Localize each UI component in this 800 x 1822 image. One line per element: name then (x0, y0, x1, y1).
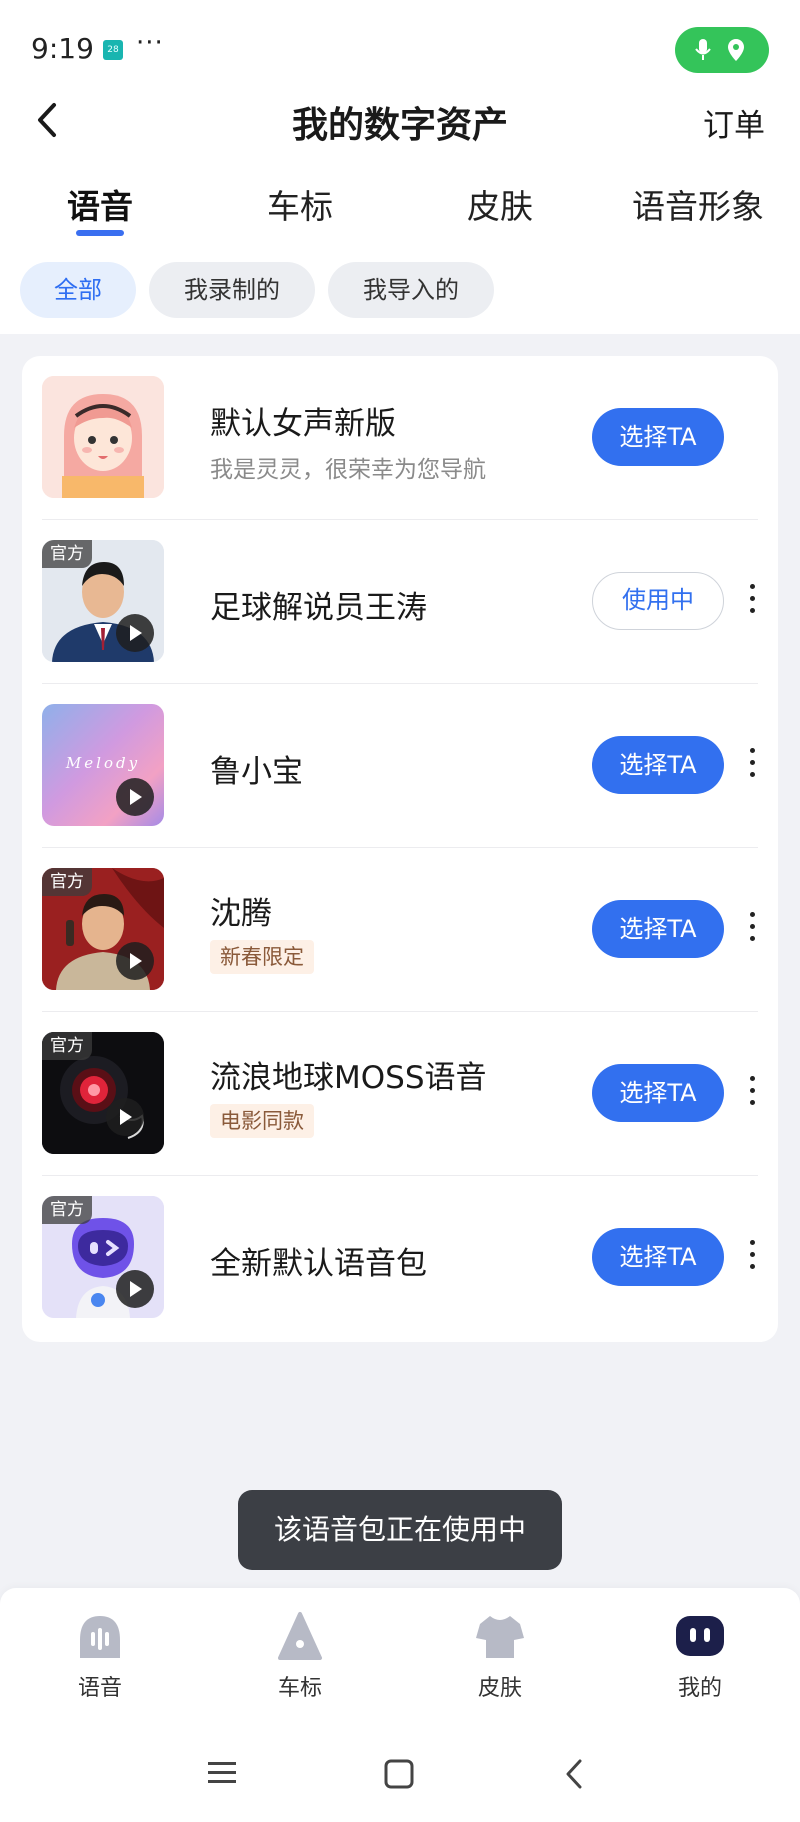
melody-art-text: Melody (65, 754, 141, 772)
voice-name: 流浪地球MOSS语音 (210, 1060, 487, 1096)
select-button[interactable]: 选择TA (592, 408, 724, 466)
play-icon (130, 1281, 142, 1297)
play-preview-button[interactable] (106, 1098, 144, 1136)
play-preview-button[interactable] (116, 1270, 154, 1308)
nav-label: 车标 (277, 1676, 322, 1701)
filter-all[interactable]: 全部 (20, 262, 136, 318)
list-item[interactable]: 官方 全新默认语音包 选择TA (42, 1176, 758, 1340)
more-options-icon[interactable] (742, 580, 762, 622)
play-preview-button[interactable] (116, 614, 154, 652)
orders-link[interactable]: 订单 (703, 100, 765, 145)
tab-car-logo[interactable]: 车标 (260, 180, 340, 228)
nav-car-logo[interactable]: 车标 (240, 1610, 360, 1702)
official-badge: 官方 (42, 868, 92, 896)
voice-pack-list: 默认女声新版 我是灵灵，很荣幸为您导航 选择TA 官方 足球解说员王涛 使用中 (22, 356, 778, 1342)
play-icon (130, 789, 142, 805)
play-icon (130, 953, 142, 969)
mic-location-indicator (675, 27, 769, 73)
official-badge: 官方 (42, 1196, 92, 1224)
filter-imported[interactable]: 我导入的 (328, 262, 494, 318)
notification-app-icon: 28 (103, 40, 123, 60)
official-badge: 官方 (42, 540, 92, 568)
voice-avatar-thumbnail: Melody (42, 704, 164, 826)
voice-avatar-thumbnail (42, 376, 164, 498)
cartoon-girl-icon (42, 376, 164, 498)
voice-name: 沈腾 (210, 896, 272, 932)
status-time: 9:19 (31, 32, 94, 65)
voice-description: 我是灵灵，很荣幸为您导航 (210, 457, 486, 483)
nav-label: 语音 (77, 1676, 122, 1701)
play-icon (120, 1109, 132, 1125)
bottom-navigation: 语音 车标 皮肤 我的 (0, 1588, 800, 1822)
voice-name: 全新默认语音包 (210, 1246, 427, 1282)
more-notifications-icon: ··· (136, 28, 164, 58)
voice-avatar-thumbnail: 官方 (42, 540, 164, 662)
limited-edition-tag: 新春限定 (210, 940, 314, 974)
play-preview-button[interactable] (116, 778, 154, 816)
more-options-icon[interactable] (742, 744, 762, 786)
filter-recorded[interactable]: 我录制的 (149, 262, 315, 318)
system-back-icon[interactable] (562, 1758, 586, 1794)
nav-label: 皮肤 (477, 1676, 522, 1701)
voice-name: 鲁小宝 (210, 754, 303, 790)
nav-voice[interactable]: 语音 (40, 1610, 160, 1702)
voice-avatar-thumbnail: 官方 (42, 868, 164, 990)
list-item[interactable]: 官方 足球解说员王涛 使用中 (42, 520, 758, 684)
more-options-icon[interactable] (742, 908, 762, 950)
movie-same-tag: 电影同款 (210, 1104, 314, 1138)
list-item[interactable]: Melody 鲁小宝 选择TA (42, 684, 758, 848)
home-icon[interactable] (383, 1758, 415, 1794)
official-badge: 官方 (42, 1032, 92, 1060)
nav-label: 我的 (677, 1676, 722, 1701)
voice-name: 足球解说员王涛 (210, 590, 427, 626)
list-item[interactable]: 官方 沈腾 新春限定 选择TA (42, 848, 758, 1012)
voice-avatar-thumbnail: 官方 (42, 1196, 164, 1318)
voice-icon (72, 1610, 128, 1662)
in-use-button[interactable]: 使用中 (592, 572, 724, 630)
page-title: 我的数字资产 (291, 105, 508, 146)
tab-voice-avatar[interactable]: 语音形象 (628, 180, 768, 228)
active-tab-indicator (76, 230, 124, 236)
skin-shirt-icon (472, 1610, 528, 1662)
select-button[interactable]: 选择TA (592, 1228, 724, 1286)
toast-message: 该语音包正在使用中 (238, 1490, 562, 1570)
list-item[interactable]: 官方 流浪地球MOSS语音 电影同款 选择TA (42, 1012, 758, 1176)
location-pin-icon (728, 39, 744, 61)
play-preview-button[interactable] (116, 942, 154, 980)
status-bar: 9:19 28 ··· (0, 0, 800, 100)
select-button[interactable]: 选择TA (592, 736, 724, 794)
microphone-icon (695, 39, 711, 60)
select-button[interactable]: 选择TA (592, 900, 724, 958)
tab-skin[interactable]: 皮肤 (460, 180, 540, 228)
nav-skin[interactable]: 皮肤 (440, 1610, 560, 1702)
tab-voice[interactable]: 语音 (60, 180, 140, 228)
car-logo-icon (272, 1610, 328, 1662)
more-options-icon[interactable] (742, 1236, 762, 1278)
play-icon (130, 625, 142, 641)
list-item[interactable]: 默认女声新版 我是灵灵，很荣幸为您导航 选择TA (42, 356, 758, 520)
menu-icon[interactable] (206, 1758, 238, 1792)
profile-robot-icon (672, 1610, 728, 1662)
select-button[interactable]: 选择TA (592, 1064, 724, 1122)
more-options-icon[interactable] (742, 1072, 762, 1114)
voice-avatar-thumbnail: 官方 (42, 1032, 164, 1154)
nav-profile[interactable]: 我的 (640, 1610, 760, 1702)
voice-name: 默认女声新版 (210, 406, 396, 442)
